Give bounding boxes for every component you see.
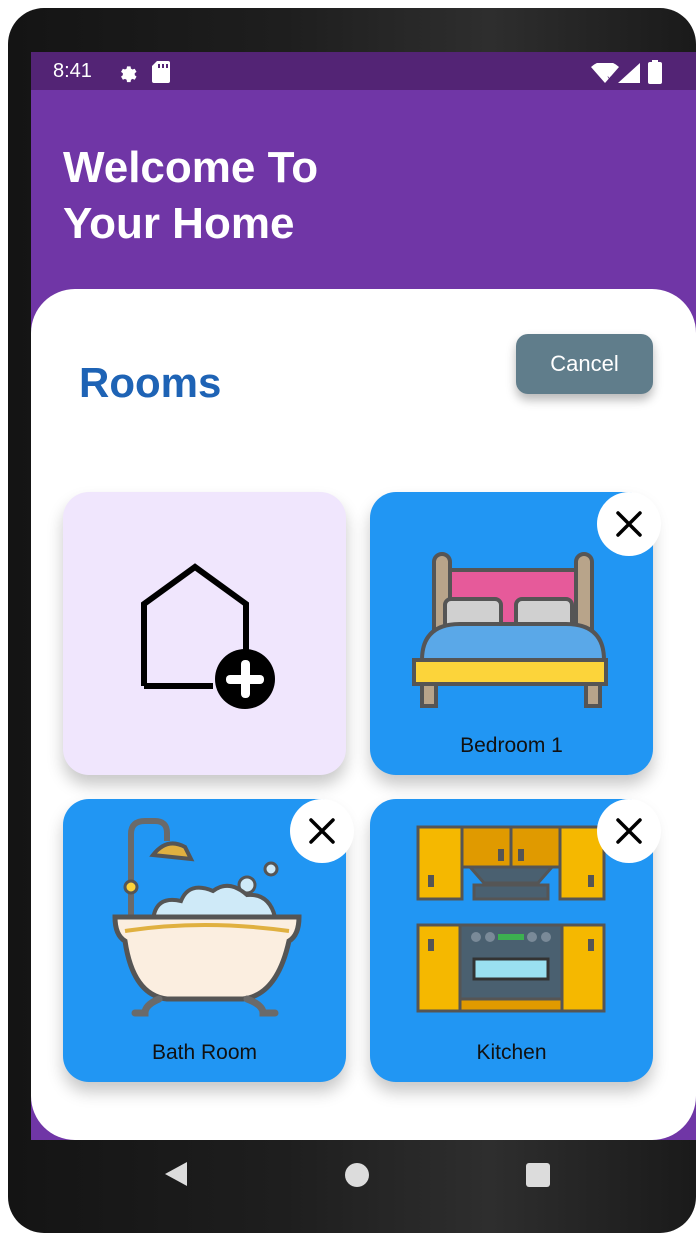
add-home-icon: [141, 563, 275, 709]
close-icon: [616, 818, 642, 844]
signal-icon: [618, 63, 640, 88]
status-bar: 8:41 x: [31, 52, 696, 90]
add-room-card[interactable]: [63, 492, 346, 775]
room-label: Bedroom 1: [460, 734, 563, 757]
rooms-title: Rooms: [79, 359, 222, 406]
room-card-kitchen[interactable]: Kitchen: [370, 799, 661, 1082]
cancel-button[interactable]: Cancel: [516, 334, 653, 394]
rooms-panel: Rooms Cancel Bedroom 1 Bath Room Kitchen: [31, 289, 696, 1140]
svg-text:x: x: [607, 74, 612, 83]
close-icon: [616, 511, 642, 537]
status-time: 8:41: [53, 60, 92, 82]
remove-room-button[interactable]: [597, 492, 661, 556]
close-icon: [309, 818, 335, 844]
app-screen: 8:41 x Welcome To Your Home Rooms Cancel…: [31, 52, 696, 1140]
gear-icon: [116, 61, 138, 88]
welcome-title: Welcome To Your Home: [63, 143, 319, 248]
sd-card-icon: [152, 61, 170, 88]
room-label: Kitchen: [476, 1041, 547, 1064]
room-card-bedroom[interactable]: Bedroom 1: [370, 492, 661, 775]
wifi-icon: x: [591, 61, 619, 88]
recents-icon[interactable]: [525, 1162, 551, 1193]
remove-room-button[interactable]: [290, 799, 354, 863]
room-card-bathroom[interactable]: Bath Room: [63, 799, 354, 1082]
back-icon[interactable]: [163, 1160, 189, 1193]
home-icon[interactable]: [344, 1162, 370, 1193]
room-label: Bath Room: [151, 1041, 258, 1064]
navigation-bar: [31, 1140, 696, 1220]
remove-room-button[interactable]: [597, 799, 661, 863]
battery-icon: [648, 60, 662, 89]
